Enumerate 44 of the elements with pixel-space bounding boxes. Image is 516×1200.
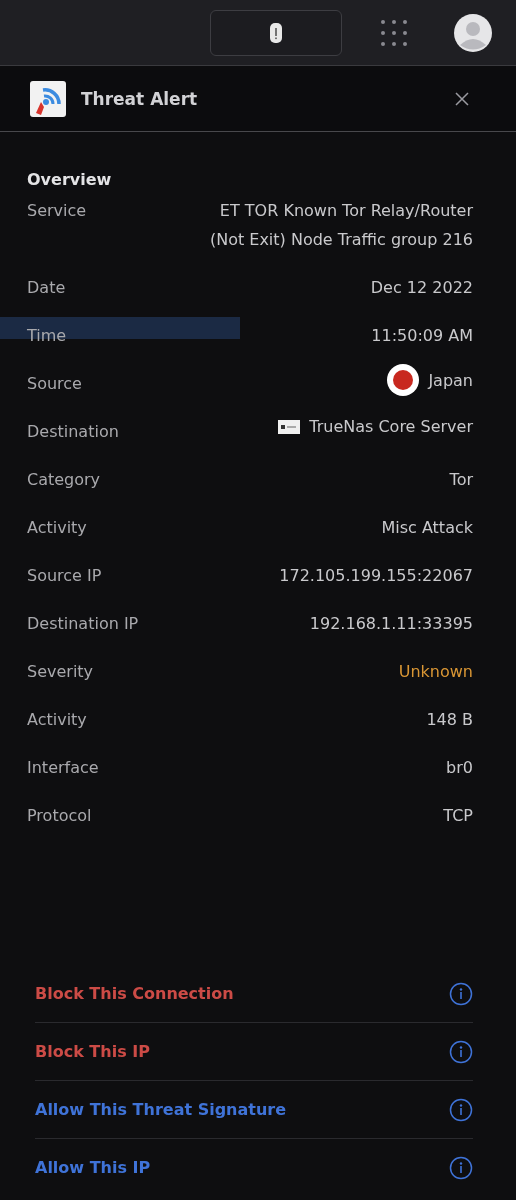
field-label: Date: [27, 277, 66, 299]
avatar-icon[interactable]: [454, 13, 492, 52]
info-icon[interactable]: [449, 1155, 473, 1180]
field-label: Activity: [27, 517, 87, 539]
field-value: 172.105.199.155:22067: [279, 565, 473, 587]
field-value: 192.168.1.11:33395: [309, 613, 473, 635]
field-value: 148 B: [426, 709, 473, 731]
field-value: Japan: [428, 369, 473, 392]
action-link[interactable]: Allow This IP: [35, 1158, 151, 1177]
field-label: Time: [27, 325, 67, 347]
field-value: Tor: [449, 469, 473, 491]
field-label: Destination: [27, 421, 119, 443]
device-icon: [269, 21, 283, 44]
field-value: ET TOR Known Tor Relay/Router (Not Exit) Node Traffic group 216: [208, 200, 473, 251]
flag-icon: [387, 364, 420, 396]
action-link[interactable]: Block This IP: [35, 1042, 150, 1061]
field-label: Service: [27, 200, 87, 222]
dialog-title: Threat Alert: [81, 88, 199, 109]
app-logo-icon: [29, 79, 67, 118]
info-icon[interactable]: [449, 1039, 473, 1064]
field-label: Severity: [27, 661, 94, 683]
section-heading: Overview: [27, 170, 113, 189]
info-icon[interactable]: [449, 981, 473, 1006]
field-value: 11:50:09 AM: [371, 325, 473, 347]
field-label: Destination IP: [27, 613, 139, 635]
field-value: Dec 12 2022: [370, 277, 473, 299]
action-link[interactable]: Allow This Threat Signature: [35, 1100, 287, 1119]
field-label: Source: [27, 373, 82, 395]
server-icon: [278, 419, 301, 434]
alert-button[interactable]: [210, 9, 342, 56]
field-value: br0: [446, 757, 473, 779]
field-label: Category: [27, 469, 101, 491]
field-label: Activity: [27, 709, 87, 731]
field-value: TCP: [443, 805, 473, 827]
info-icon[interactable]: [449, 1097, 473, 1122]
field-label: Source IP: [27, 565, 102, 587]
field-label: Protocol: [27, 805, 92, 827]
field-value: Misc Attack: [381, 517, 473, 539]
field-value: TrueNas Core Server: [309, 416, 473, 438]
apps-grid-icon[interactable]: [380, 18, 408, 47]
action-link[interactable]: Block This Connection: [35, 984, 234, 1003]
field-value: Unknown: [398, 661, 473, 683]
field-label: Interface: [27, 757, 99, 779]
close-icon[interactable]: [454, 90, 470, 107]
